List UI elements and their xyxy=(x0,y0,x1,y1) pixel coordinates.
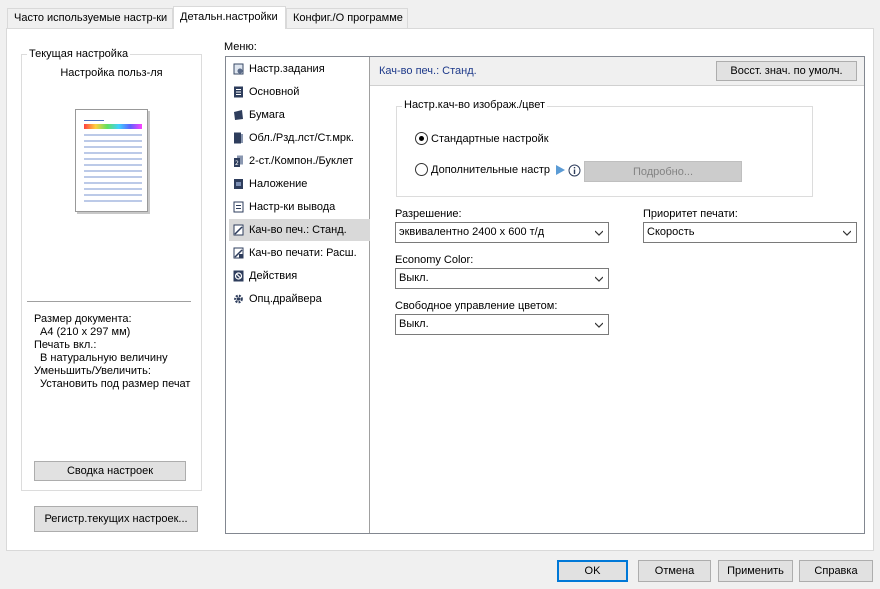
divider xyxy=(27,301,191,302)
menu-item-quality-advanced[interactable]: Кач-во печати: Расш. xyxy=(229,242,370,264)
menu-item-label: Настр.задания xyxy=(249,63,325,75)
profile-name: Настройка польз-ля xyxy=(60,67,163,79)
quality-icon xyxy=(233,224,244,236)
free-color-select[interactable]: Выкл. xyxy=(395,314,609,335)
current-settings-title: Текущая настройка xyxy=(27,48,131,60)
page-preview xyxy=(75,109,148,212)
menu-item-label: Кач-во печати: Расш. xyxy=(249,247,357,259)
menu-item-cover[interactable]: Обл./Рзд.лст/Ст.мрк. xyxy=(229,127,370,149)
tab-detailed-settings[interactable]: Детальн.настройки xyxy=(173,6,286,29)
restore-defaults-button[interactable]: Восст. знач. по умолч. xyxy=(716,61,857,81)
register-settings-button[interactable]: Регистр.текущих настроек... xyxy=(34,506,198,532)
quality-advanced-icon xyxy=(233,247,244,259)
economy-color-select[interactable]: Выкл. xyxy=(395,268,609,289)
svg-text:2: 2 xyxy=(235,160,239,167)
menu-item-label: Кач-во печ.: Станд. xyxy=(249,224,347,236)
cancel-button[interactable]: Отмена xyxy=(638,560,711,582)
menu-item-label: Бумага xyxy=(249,109,285,121)
chevron-down-icon xyxy=(595,322,603,328)
cover-icon xyxy=(234,132,243,144)
tab-label: Часто используемые настр-ки xyxy=(14,12,168,24)
resolution-select[interactable]: эквивалентно 2400 x 600 т/д xyxy=(395,222,609,243)
radio-standard[interactable] xyxy=(415,132,428,145)
menu-item-basic[interactable]: Основной xyxy=(229,81,370,103)
menu-box: Настр.задания Основной Бумага Обл./Рзд.л… xyxy=(225,56,865,534)
settings-summary-button[interactable]: Сводка настроек xyxy=(34,461,186,481)
menu-item-label: Наложение xyxy=(249,178,308,190)
radio-selected-dot xyxy=(419,136,424,141)
panel-header: Кач-во печ.: Станд. Восст. знач. по умол… xyxy=(370,57,864,86)
panel-title: Кач-во печ.: Станд. xyxy=(379,65,477,77)
ok-button[interactable]: OK xyxy=(557,560,628,582)
menu-label: Меню: xyxy=(224,41,257,53)
tab-label: Детальн.настройки xyxy=(180,11,278,23)
output-icon xyxy=(233,201,244,213)
menu-item-output[interactable]: Настр-ки вывода xyxy=(229,196,370,218)
scale-label: Уменьшить/Увеличить: xyxy=(34,365,151,377)
details-button[interactable]: Подробно... xyxy=(584,161,742,182)
print-on-value: В натуральную величину xyxy=(40,352,168,364)
tab-config-about[interactable]: Конфиг./О программе xyxy=(286,8,408,28)
chevron-down-icon xyxy=(595,230,603,236)
help-button[interactable]: Справка xyxy=(799,560,873,582)
priority-label: Приоритет печати: xyxy=(643,208,738,220)
image-quality-group xyxy=(396,106,813,197)
menu-item-actions[interactable]: Действия xyxy=(229,265,370,287)
chevron-down-icon xyxy=(595,276,603,282)
free-color-label: Свободное управление цветом: xyxy=(395,300,558,312)
radio-standard-label: Стандартные настройк xyxy=(431,133,549,145)
menu-item-label: Опц.драйвера xyxy=(249,293,322,305)
menu-item-job-settings[interactable]: Настр.задания xyxy=(229,58,370,80)
priority-value: Скорость xyxy=(647,226,695,238)
economy-color-label: Economy Color: xyxy=(395,254,474,266)
overlay-icon xyxy=(234,179,243,189)
tab-frequent-settings[interactable]: Часто используемые настр-ки xyxy=(7,8,173,28)
menu-item-driver-options[interactable]: Опц.драйвера xyxy=(229,288,370,310)
gear-icon xyxy=(234,294,243,304)
doc-size-label: Размер документа: xyxy=(34,313,132,325)
resolution-label: Разрешение: xyxy=(395,208,462,220)
resolution-value: эквивалентно 2400 x 600 т/д xyxy=(399,226,545,238)
free-color-value: Выкл. xyxy=(399,318,429,330)
menu-item-paper[interactable]: Бумага xyxy=(229,104,370,126)
play-arrow-icon[interactable] xyxy=(554,164,566,176)
menu-item-label: Обл./Рзд.лст/Ст.мрк. xyxy=(249,132,354,144)
menu-item-duplex[interactable]: 2 2-ст./Компон./Буклет xyxy=(229,150,370,172)
image-quality-group-title: Настр.кач-во изображ./цвет xyxy=(402,99,547,111)
radio-advanced[interactable] xyxy=(415,163,428,176)
paper-icon xyxy=(234,110,243,120)
tab-label: Конфиг./О программе xyxy=(293,12,403,24)
info-icon[interactable] xyxy=(568,164,581,177)
actions-icon xyxy=(233,270,244,282)
menu-item-label: Действия xyxy=(249,270,298,282)
doc-size-value: A4 (210 x 297 мм) xyxy=(40,326,131,338)
page-preview-graphic xyxy=(84,120,142,202)
priority-select[interactable]: Скорость xyxy=(643,222,857,243)
print-on-label: Печать вкл.: xyxy=(34,339,97,351)
duplex-icon: 2 xyxy=(234,155,243,167)
menu-item-label: Основной xyxy=(249,86,300,98)
economy-color-value: Выкл. xyxy=(399,272,429,284)
menu-item-label: 2-ст./Компон./Буклет xyxy=(249,155,354,167)
menu-item-quality-standard[interactable]: Кач-во печ.: Станд. xyxy=(229,219,370,241)
apply-button[interactable]: Применить xyxy=(718,560,793,582)
basic-icon xyxy=(234,86,243,98)
job-settings-icon xyxy=(233,63,244,75)
radio-advanced-label: Дополнительные настр xyxy=(431,164,550,176)
menu-item-label: Настр-ки вывода xyxy=(249,201,336,213)
chevron-down-icon xyxy=(843,230,851,236)
menu-item-overlay[interactable]: Наложение xyxy=(229,173,370,195)
scale-value: Установить под размер печат xyxy=(40,378,191,390)
